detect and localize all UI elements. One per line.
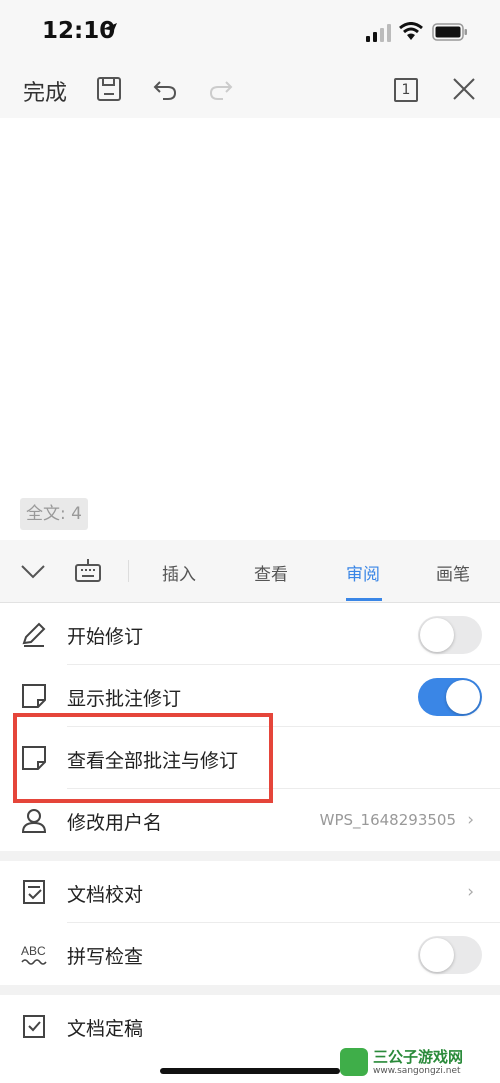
section-gap: [0, 851, 500, 861]
comment-note-icon: [22, 684, 46, 708]
tab-review[interactable]: 审阅: [346, 560, 380, 585]
start-revision-row[interactable]: 开始修订: [0, 603, 500, 665]
spell-check-toggle[interactable]: [418, 936, 482, 974]
location-arrow-icon: [103, 23, 117, 37]
highlight-box: [13, 713, 273, 803]
close-icon[interactable]: [450, 75, 478, 103]
editor-toolbar: 完成 1: [0, 66, 500, 118]
proofread-icon: [23, 880, 45, 904]
undo-icon[interactable]: [151, 75, 179, 103]
redo-icon[interactable]: [207, 75, 235, 103]
start-revision-label: 开始修订: [67, 626, 144, 648]
change-username-label: 修改用户名: [67, 812, 163, 834]
page-count-button[interactable]: 1: [394, 78, 418, 102]
wifi-icon: [399, 22, 423, 40]
start-revision-toggle[interactable]: [418, 616, 482, 654]
show-comments-label: 显示批注修订: [67, 688, 182, 710]
section-gap: [0, 985, 500, 995]
tab-insert[interactable]: 插入: [162, 560, 196, 585]
chevron-down-icon[interactable]: [20, 560, 46, 582]
finalize-icon: [23, 1015, 45, 1038]
watermark-title: 三公子游戏网: [373, 1048, 464, 1066]
status-bar: 12:10: [0, 0, 500, 66]
document-canvas[interactable]: [0, 118, 500, 540]
android-logo-icon: [340, 1048, 368, 1076]
user-icon: [21, 809, 47, 833]
chevron-right-icon: ›: [467, 810, 474, 830]
tab-divider: [128, 560, 129, 582]
site-watermark: 三公子游戏网 www.sangongzi.net: [340, 1046, 498, 1080]
finalize-label: 文档定稿: [67, 1018, 144, 1040]
cellular-signal-icon: [366, 24, 391, 42]
spell-check-icon: ABC: [21, 944, 47, 965]
keyboard-icon[interactable]: [74, 558, 102, 584]
tab-pen[interactable]: 画笔: [436, 560, 470, 585]
home-indicator: [160, 1068, 340, 1074]
spell-check-row[interactable]: ABC 拼写检查: [0, 923, 500, 985]
proofread-label: 文档校对: [67, 884, 144, 906]
watermark-url: www.sangongzi.net: [373, 1066, 461, 1076]
done-button[interactable]: 完成: [23, 75, 67, 107]
pencil-icon: [22, 622, 46, 647]
chevron-right-icon: ›: [467, 882, 474, 902]
active-tab-indicator: [346, 598, 382, 601]
spell-check-label: 拼写检查: [67, 946, 144, 968]
username-value: WPS_1648293505: [319, 811, 456, 829]
save-icon[interactable]: [95, 75, 123, 103]
show-comments-toggle[interactable]: [418, 678, 482, 716]
page-number: 1: [401, 82, 411, 98]
ribbon-tab-bar: 插入 查看 审阅 画笔: [0, 540, 500, 603]
proofread-row[interactable]: 文档校对 ›: [0, 861, 500, 923]
battery-icon: [432, 23, 467, 41]
tab-view[interactable]: 查看: [254, 560, 288, 585]
svg-text:ABC: ABC: [21, 944, 46, 958]
word-count-badge: 全文: 4: [20, 498, 88, 530]
